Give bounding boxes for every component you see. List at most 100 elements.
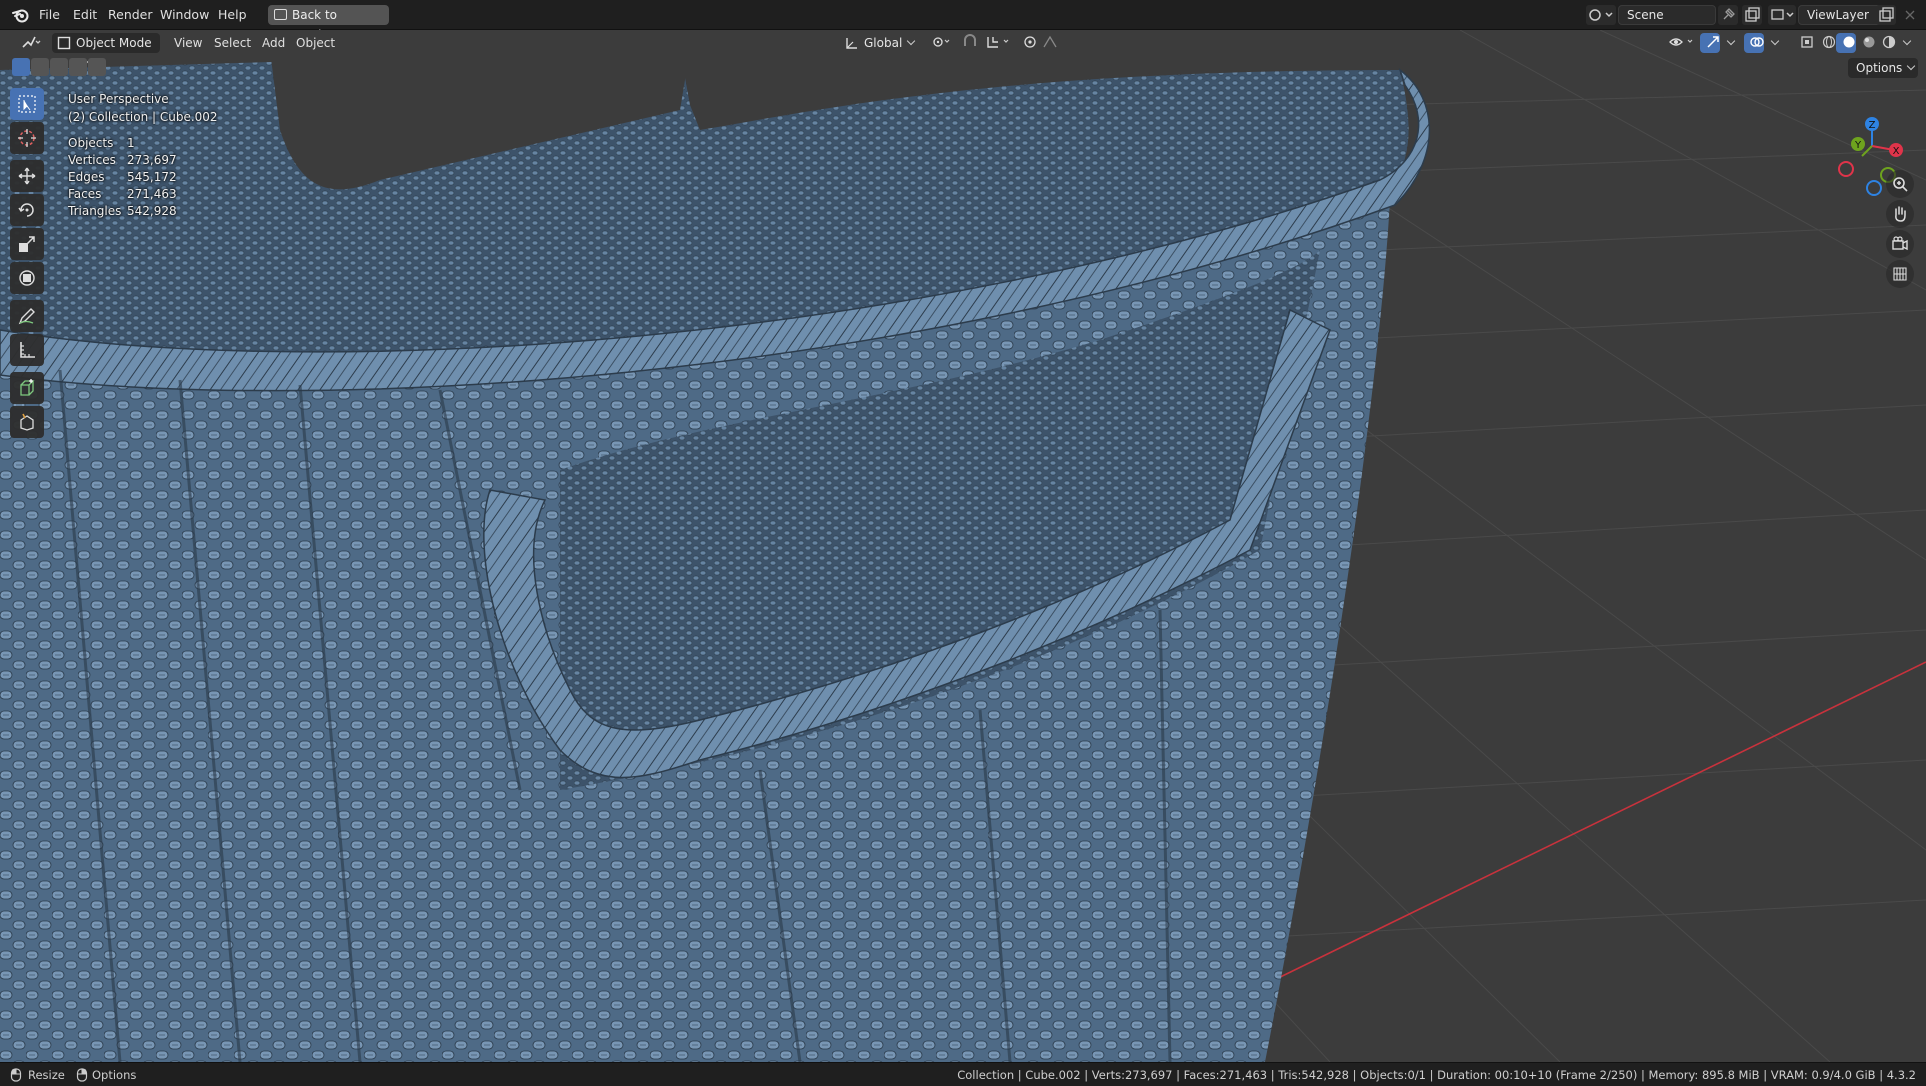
tool-move[interactable]: [10, 160, 44, 192]
3d-cursor-icon: [18, 129, 36, 147]
menu-render[interactable]: Render: [102, 6, 159, 23]
editor-type-icon[interactable]: [14, 33, 44, 53]
pivot-point-icon[interactable]: [924, 33, 954, 53]
x-axis-line: [1269, 661, 1926, 983]
snap-toggle-icon[interactable]: [956, 33, 976, 53]
proportional-editing-icon[interactable]: [1016, 33, 1036, 53]
stat-vertices-value: 273,697: [127, 153, 177, 167]
menu-window[interactable]: Window: [154, 6, 215, 23]
snap-target-icon[interactable]: [978, 33, 1012, 53]
menu-add[interactable]: Add: [256, 33, 291, 53]
gizmo-y-label: Y: [1854, 140, 1862, 151]
active-collection-label: (2) Collection | Cube.002: [68, 110, 218, 124]
tool-measure[interactable]: [10, 334, 44, 366]
gizmo-neg-x[interactable]: [1838, 161, 1854, 177]
select-invert-icon[interactable]: [69, 58, 87, 76]
stat-faces-value: 271,463: [127, 187, 177, 201]
hand-pan-icon: [1895, 206, 1906, 222]
object-mode-icon: [57, 36, 71, 50]
close-view-layer-icon[interactable]: [1900, 5, 1920, 25]
camera-view-button[interactable]: [1886, 230, 1914, 258]
3d-viewport[interactable]: Object Mode View Select Add Object Globa…: [0, 30, 1926, 1062]
xray-toggle-icon[interactable]: [1794, 33, 1814, 53]
object-mode-dropdown[interactable]: Object Mode: [52, 33, 160, 66]
view-layer-selector-icon[interactable]: [1768, 5, 1796, 25]
orientation-label: Global: [864, 36, 903, 50]
cursor-select-icon: [18, 95, 36, 113]
falloff-icon[interactable]: [1036, 33, 1057, 53]
gizmo-dropdown-icon[interactable]: [1722, 33, 1738, 53]
annotate-pencil-icon: [18, 308, 35, 325]
tool-transform[interactable]: [10, 262, 44, 294]
gizmo-x-label: X: [1893, 146, 1900, 157]
menu-help[interactable]: Help: [212, 6, 253, 23]
orientation-axes-icon: [846, 38, 857, 49]
tool-select-box[interactable]: [10, 88, 44, 120]
tool-mesh-edit[interactable]: [10, 406, 44, 438]
scale-icon: [19, 236, 35, 252]
material-shading-icon[interactable]: [1856, 33, 1876, 53]
tool-scale[interactable]: [10, 228, 44, 260]
shading-dropdown-icon[interactable]: [1898, 33, 1916, 53]
tool-cursor[interactable]: [10, 122, 44, 154]
stat-vertices-label: Vertices: [68, 153, 116, 167]
stat-edges-label: Edges: [68, 170, 105, 184]
zoom-magnifier-icon: [1893, 177, 1908, 192]
duplicate-scene-icon[interactable]: [1742, 5, 1762, 25]
view-layer-name: ViewLayer: [1807, 8, 1869, 22]
status-resize-hint: Resize: [28, 1068, 65, 1082]
gizmo-toggle-icon[interactable]: [1700, 33, 1720, 53]
overlays-dropdown-icon[interactable]: [1766, 33, 1782, 53]
object-mode-label: Object Mode: [76, 36, 152, 50]
back-to-previous-button[interactable]: Back to Previous: [268, 5, 389, 42]
solid-shading-icon[interactable]: [1836, 33, 1856, 53]
tool-annotate[interactable]: [10, 300, 44, 332]
tool-rotate[interactable]: [10, 194, 44, 226]
scene-name: Scene: [1627, 8, 1664, 22]
menu-view[interactable]: View: [168, 33, 208, 53]
mesh-tool-icon: [20, 413, 34, 431]
options-dropdown[interactable]: Options: [1848, 58, 1918, 78]
select-new-icon[interactable]: [12, 58, 30, 76]
stat-edges-value: 545,172: [127, 170, 177, 184]
chevron-down-icon: [1907, 61, 1916, 71]
viewport-scene: [0, 30, 1926, 1062]
chevron-down-icon: [907, 36, 916, 46]
stat-triangles-value: 542,928: [127, 204, 177, 218]
rotate-icon: [18, 203, 34, 217]
perspective-toggle-button[interactable]: [1886, 260, 1914, 288]
rendered-shading-icon[interactable]: [1876, 33, 1896, 53]
menu-file[interactable]: File: [33, 6, 66, 23]
menu-object[interactable]: Object: [290, 33, 341, 53]
move-icon: [18, 167, 36, 185]
stat-objects-value: 1: [127, 136, 135, 150]
new-scene-icon[interactable]: [1720, 5, 1740, 25]
select-subtract-icon[interactable]: [50, 58, 68, 76]
wireframe-shading-icon[interactable]: [1816, 33, 1836, 53]
top-menu-bar: File Edit Render Window Help Back to Pre…: [0, 0, 1926, 42]
menu-select[interactable]: Select: [208, 33, 257, 53]
add-cube-icon: [20, 379, 35, 396]
gizmo-z-label: Z: [1869, 120, 1876, 131]
screen-icon: [274, 9, 287, 20]
view-perspective-label: User Perspective: [68, 92, 169, 106]
menu-edit[interactable]: Edit: [67, 6, 103, 23]
viewport-header: Object Mode View Select Add Object Globa…: [0, 30, 1926, 66]
grid-perspective-icon: [1893, 267, 1907, 281]
select-extend-icon[interactable]: [31, 58, 49, 76]
scene-name-field[interactable]: Scene: [1618, 5, 1716, 25]
pan-button[interactable]: [1886, 200, 1914, 228]
overlays-toggle-icon[interactable]: [1744, 33, 1764, 53]
gizmo-neg-z[interactable]: [1866, 180, 1882, 196]
view-layer-field[interactable]: ViewLayer: [1798, 5, 1884, 25]
zoom-button[interactable]: [1886, 170, 1914, 198]
scene-selector-icon[interactable]: [1586, 5, 1616, 25]
select-intersect-icon[interactable]: [88, 58, 106, 76]
transform-orientation-dropdown[interactable]: Global: [840, 33, 918, 53]
transform-icon: [19, 270, 35, 286]
duplicate-view-layer-icon[interactable]: [1876, 5, 1896, 25]
visibility-selectability-icon[interactable]: [1662, 33, 1696, 53]
blender-logo-icon[interactable]: [12, 7, 30, 23]
stat-objects-label: Objects: [68, 136, 114, 150]
tool-add-cube[interactable]: [10, 372, 44, 404]
